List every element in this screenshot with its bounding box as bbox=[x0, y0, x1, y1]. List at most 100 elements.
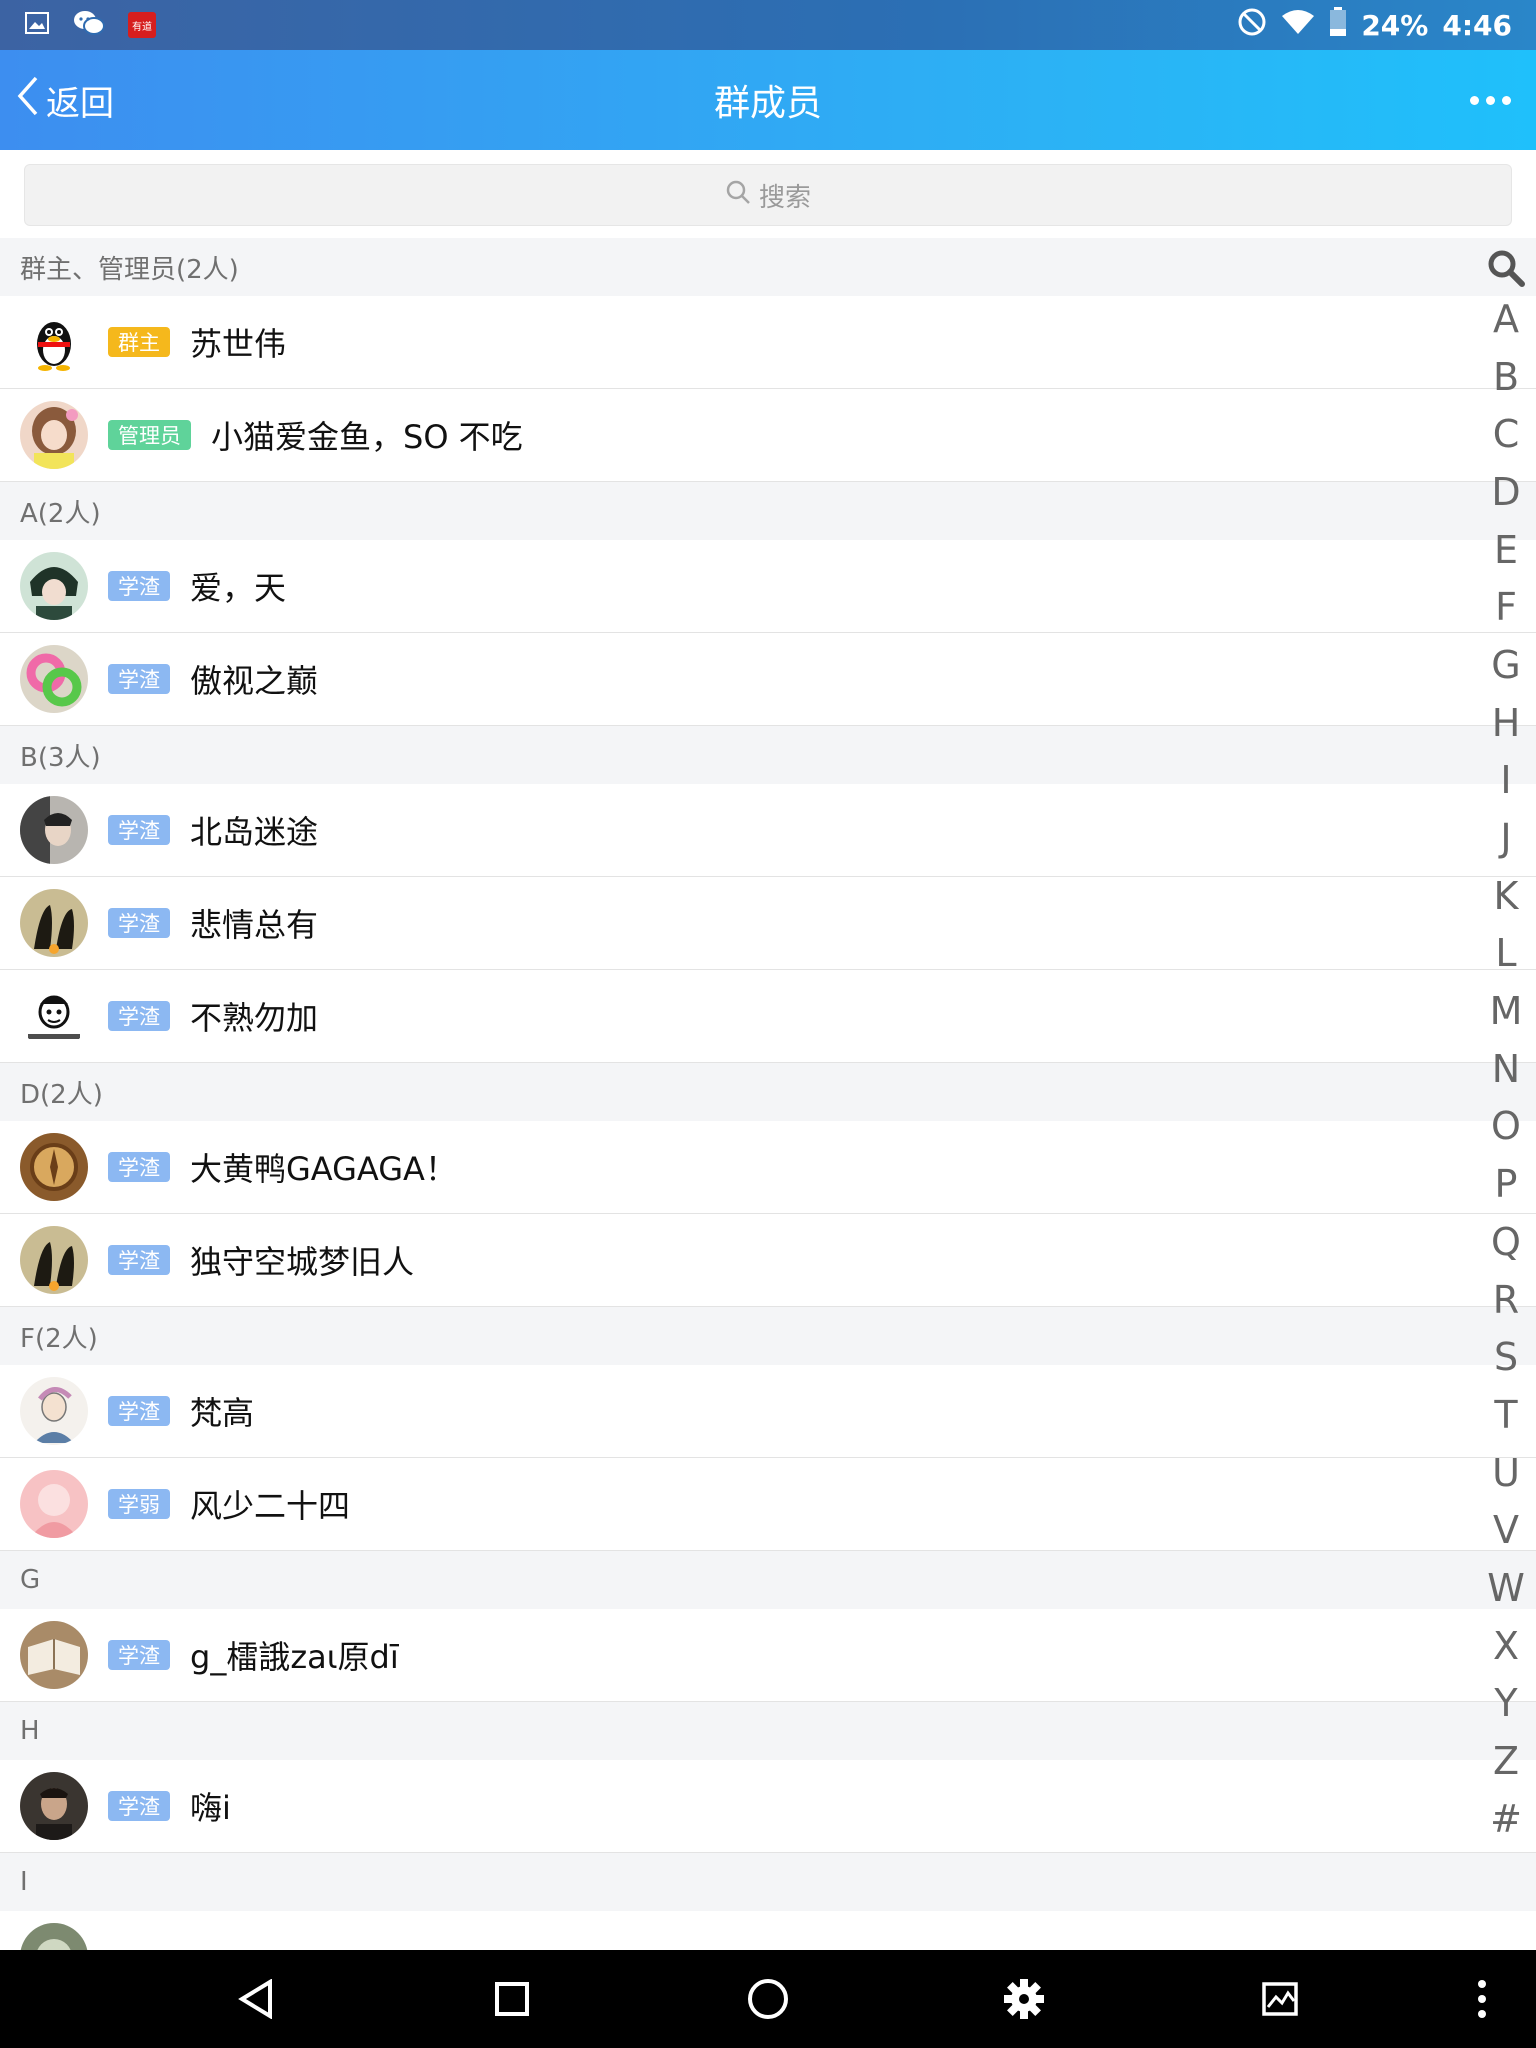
battery-icon bbox=[1329, 6, 1347, 44]
section-header: H bbox=[0, 1702, 1536, 1760]
member-row[interactable]: 学渣 大黄鸭GAGAGA！ bbox=[0, 1121, 1536, 1214]
index-letter[interactable]: C bbox=[1484, 405, 1528, 463]
member-row[interactable]: 学渣 不熟勿加 bbox=[0, 970, 1536, 1063]
birds-avatar[interactable] bbox=[20, 889, 88, 957]
index-letter[interactable]: J bbox=[1484, 809, 1528, 867]
index-letter[interactable]: V bbox=[1484, 1501, 1528, 1559]
section-title: B(3人) bbox=[20, 742, 101, 773]
member-row[interactable]: 学渣 傲视之巅 bbox=[0, 633, 1536, 726]
section-header: 群主、管理员(2人) bbox=[0, 238, 1536, 296]
anime-avatar[interactable] bbox=[20, 552, 88, 620]
section-title: G bbox=[20, 1565, 41, 1595]
index-letter[interactable]: W bbox=[1484, 1559, 1528, 1617]
section-header: I bbox=[0, 1853, 1536, 1911]
member-row[interactable]: 群主 苏世伟 bbox=[0, 296, 1536, 389]
index-letter[interactable]: H bbox=[1484, 694, 1528, 752]
section-title: F(2人) bbox=[20, 1323, 98, 1354]
back-triangle-icon[interactable] bbox=[216, 1950, 296, 2048]
chevron-left-icon bbox=[16, 74, 40, 127]
member-name: 大黄鸭GAGAGA！ bbox=[190, 1150, 457, 1188]
index-letter[interactable]: Y bbox=[1484, 1675, 1528, 1733]
meme-avatar[interactable] bbox=[20, 982, 88, 1050]
index-letter[interactable]: U bbox=[1484, 1444, 1528, 1502]
system-navigation-bar bbox=[0, 1950, 1536, 2048]
member-name: g_檑誐zaι原dī bbox=[190, 1638, 399, 1676]
sketch-avatar[interactable] bbox=[20, 1377, 88, 1445]
index-letter[interactable]: D bbox=[1484, 463, 1528, 521]
index-letter[interactable]: # bbox=[1484, 1790, 1528, 1848]
index-letter[interactable]: A bbox=[1484, 290, 1528, 348]
role-badge: 学渣 bbox=[108, 1396, 170, 1426]
member-row[interactable]: 学渣 爱，天 bbox=[0, 540, 1536, 633]
member-row[interactable]: 学渣 g_檑誐zaι原dī bbox=[0, 1609, 1536, 1702]
man-avatar[interactable] bbox=[20, 1772, 88, 1840]
more-dot-icon bbox=[1469, 95, 1479, 105]
member-row[interactable]: 学渣 梵高 bbox=[0, 1365, 1536, 1458]
index-letter[interactable]: X bbox=[1484, 1617, 1528, 1675]
index-letter[interactable]: O bbox=[1484, 1098, 1528, 1156]
member-row[interactable]: 学渣 北岛迷途 bbox=[0, 784, 1536, 877]
screenshot-gallery-icon[interactable] bbox=[1240, 1950, 1320, 2048]
page-title: 群成员 bbox=[713, 83, 822, 124]
wechat-notification-icon bbox=[72, 9, 106, 41]
role-badge: 学渣 bbox=[108, 571, 170, 601]
index-letter[interactable]: G bbox=[1484, 636, 1528, 694]
member-row[interactable]: 学渣 悲情总有 bbox=[0, 877, 1536, 970]
overflow-menu-icon[interactable] bbox=[1442, 1950, 1522, 2048]
role-badge: 群主 bbox=[108, 327, 170, 357]
index-letter[interactable]: E bbox=[1484, 521, 1528, 579]
member-row[interactable]: 学渣 嗨i bbox=[0, 1760, 1536, 1853]
section-header: F(2人) bbox=[0, 1307, 1536, 1365]
compass-avatar[interactable] bbox=[20, 1133, 88, 1201]
member-row[interactable]: 学渣 独守空城梦旧人 bbox=[0, 1214, 1536, 1307]
recents-square-icon[interactable] bbox=[472, 1950, 552, 2048]
back-button[interactable]: 返回 bbox=[16, 50, 114, 150]
member-row[interactable] bbox=[0, 1911, 1536, 1950]
index-letter[interactable]: F bbox=[1484, 578, 1528, 636]
index-letter[interactable]: R bbox=[1484, 1271, 1528, 1329]
girl-avatar[interactable] bbox=[20, 401, 88, 469]
alphabet-index[interactable]: A B C D E F G H I J K L M N O P Q R S T U V W X Y Z # bbox=[1484, 246, 1528, 1848]
index-letter[interactable]: S bbox=[1484, 1328, 1528, 1386]
index-letter[interactable]: L bbox=[1484, 925, 1528, 983]
index-search-icon[interactable] bbox=[1486, 246, 1526, 290]
role-badge: 学渣 bbox=[108, 815, 170, 845]
index-letter[interactable]: P bbox=[1484, 1155, 1528, 1213]
portrait-avatar[interactable] bbox=[20, 796, 88, 864]
penguin-avatar[interactable] bbox=[20, 308, 88, 376]
index-letter[interactable]: Z bbox=[1484, 1732, 1528, 1790]
settings-gear-icon[interactable] bbox=[984, 1950, 1064, 2048]
index-letter[interactable]: Q bbox=[1484, 1213, 1528, 1271]
role-badge: 学渣 bbox=[108, 1245, 170, 1275]
more-menu-button[interactable] bbox=[1460, 50, 1520, 150]
do-not-disturb-icon bbox=[1237, 7, 1267, 44]
birds-avatar[interactable] bbox=[20, 1226, 88, 1294]
search-placeholder: 搜索 bbox=[758, 182, 811, 213]
home-circle-icon[interactable] bbox=[728, 1950, 808, 2048]
search-input[interactable]: 搜索 bbox=[24, 164, 1512, 226]
member-row[interactable]: 管理员 小猫爱金鱼，SO 不吃 bbox=[0, 389, 1536, 482]
section-title: H bbox=[20, 1716, 40, 1746]
index-letter[interactable]: M bbox=[1484, 982, 1528, 1040]
member-name: 梵高 bbox=[190, 1394, 255, 1432]
section-header: G bbox=[0, 1551, 1536, 1609]
member-list[interactable]: 群主、管理员(2人) 群主 苏世伟 管理员 小猫爱金鱼，SO 不吃 A(2人) 学渣 爱，天学… bbox=[0, 238, 1536, 1950]
index-letter[interactable]: B bbox=[1484, 348, 1528, 406]
book-avatar[interactable] bbox=[20, 1621, 88, 1689]
index-letter[interactable]: N bbox=[1484, 1040, 1528, 1098]
member-name: 苏世伟 bbox=[190, 325, 287, 363]
partial-avatar[interactable] bbox=[20, 1923, 88, 1950]
index-letter[interactable]: K bbox=[1484, 867, 1528, 925]
rings-avatar[interactable] bbox=[20, 645, 88, 713]
member-name: 傲视之巅 bbox=[190, 662, 319, 700]
pink-avatar[interactable] bbox=[20, 1470, 88, 1538]
member-name: 爱，天 bbox=[190, 569, 287, 607]
back-label: 返回 bbox=[46, 83, 114, 124]
index-letter[interactable]: I bbox=[1484, 752, 1528, 810]
member-row[interactable]: 学弱 风少二十四 bbox=[0, 1458, 1536, 1551]
battery-percent: 24% bbox=[1361, 8, 1429, 42]
role-badge: 学渣 bbox=[108, 664, 170, 694]
member-name: 北岛迷途 bbox=[190, 813, 319, 851]
role-badge: 管理员 bbox=[108, 420, 191, 450]
index-letter[interactable]: T bbox=[1484, 1386, 1528, 1444]
